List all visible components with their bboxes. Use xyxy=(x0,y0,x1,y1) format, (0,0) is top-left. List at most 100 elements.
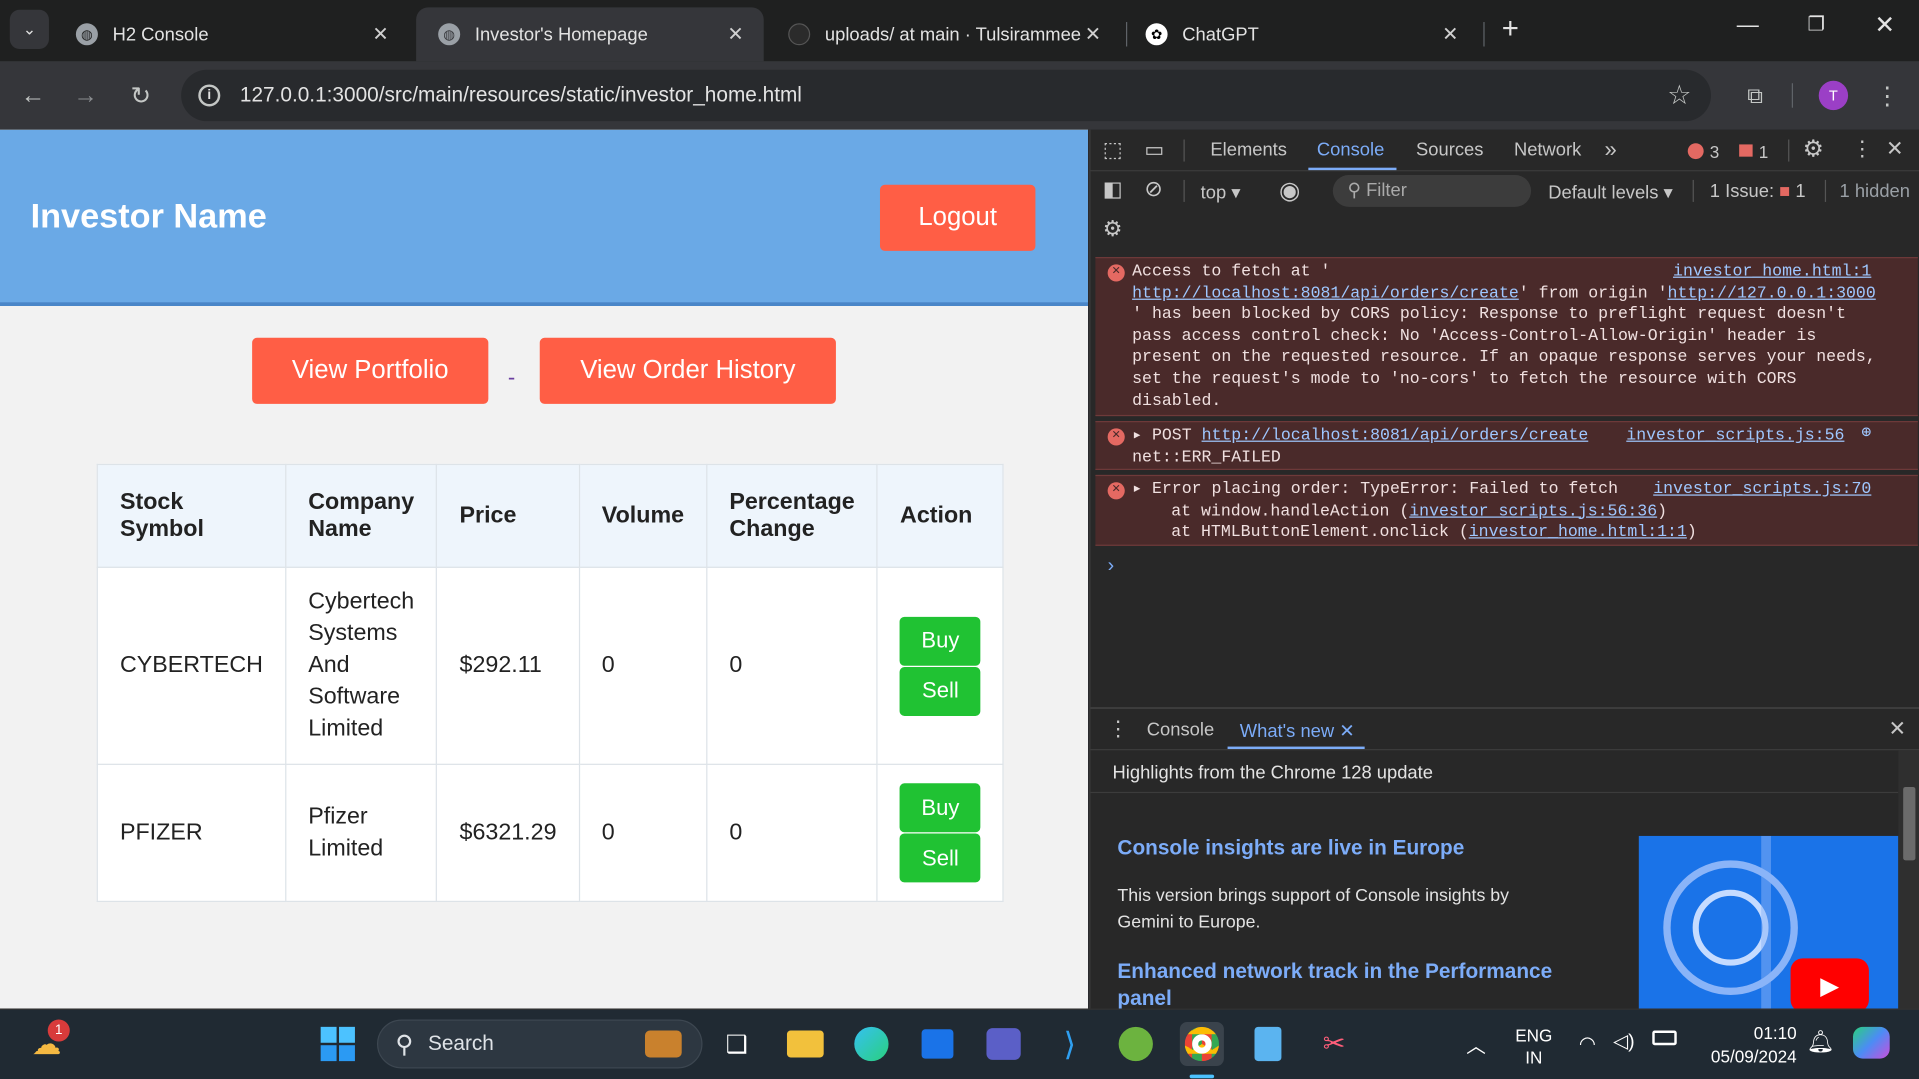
feature-description: This version brings support of Console i… xyxy=(1117,886,1510,933)
battery-icon[interactable] xyxy=(1652,1030,1677,1046)
snipping-tool-icon[interactable]: ✂ xyxy=(1312,1022,1356,1066)
tab-network[interactable]: Network xyxy=(1514,140,1581,161)
view-order-history-button[interactable]: View Order History xyxy=(539,337,836,404)
volume-icon[interactable]: ◁) xyxy=(1613,1029,1635,1053)
site-info-icon[interactable]: i xyxy=(198,84,221,107)
forward-arrow-icon[interactable]: → xyxy=(69,78,103,112)
feature-title[interactable]: Enhanced network track in the Performanc… xyxy=(1117,958,1558,1012)
clock[interactable]: 01:10 05/09/2024 xyxy=(1696,1022,1797,1069)
tab-search-button[interactable]: ⌄ xyxy=(9,9,49,49)
copilot-icon[interactable] xyxy=(1852,1026,1890,1059)
youtube-play-icon[interactable]: ▶ xyxy=(1790,958,1869,1010)
sidebar-toggle-icon[interactable]: ◧ xyxy=(1103,177,1123,201)
language-indicator[interactable]: ENG IN xyxy=(1515,1024,1552,1068)
microsoft-store-icon[interactable] xyxy=(915,1022,959,1066)
drawer-tab-console[interactable]: Console xyxy=(1147,720,1214,741)
issue-flag-icon[interactable] xyxy=(1739,144,1753,157)
drawer-menu-icon[interactable]: ⋮ xyxy=(1108,717,1129,741)
issues-link[interactable]: 1 Issue: ■ 1 xyxy=(1710,181,1806,202)
language-code: ENG xyxy=(1515,1025,1553,1046)
source-link[interactable]: investor_home.html:1 xyxy=(1673,262,1871,284)
live-expression-eye-icon[interactable]: ◉ xyxy=(1279,175,1300,206)
settings-gear-icon[interactable]: ⚙ xyxy=(1803,136,1824,164)
show-hidden-icons-chevron[interactable]: ︿ xyxy=(1466,1029,1486,1058)
extensions-icon[interactable]: ⧉ xyxy=(1738,78,1772,112)
kebab-menu-icon[interactable]: ⋮ xyxy=(1852,137,1873,161)
close-icon[interactable]: ✕ xyxy=(1439,22,1461,46)
reload-icon[interactable]: ↻ xyxy=(124,78,158,112)
scrollbar[interactable] xyxy=(1898,750,1919,1010)
stack-text: at window.handleAction ( xyxy=(1171,502,1410,521)
logout-button[interactable]: Logout xyxy=(879,184,1036,251)
sell-button[interactable]: Sell xyxy=(900,833,981,883)
tab-console[interactable]: Console xyxy=(1317,140,1384,161)
error-count-icon[interactable] xyxy=(1687,143,1704,160)
context-selector[interactable]: top ▾ xyxy=(1201,181,1241,203)
video-thumbnail[interactable]: ▶ xyxy=(1638,835,1899,1010)
taskbar-search-box[interactable]: ⚲ Search xyxy=(376,1019,703,1069)
context-value: top xyxy=(1200,182,1227,204)
tab-elements[interactable]: Elements xyxy=(1210,140,1287,161)
buy-button[interactable]: Buy xyxy=(900,616,981,666)
device-toolbar-icon[interactable]: ▭ xyxy=(1144,138,1164,162)
view-portfolio-button[interactable]: View Portfolio xyxy=(252,337,489,404)
filter-input[interactable]: ⚲ Filter xyxy=(1332,175,1532,207)
inspect-element-icon[interactable]: ⬚ xyxy=(1103,138,1123,162)
file-explorer-icon[interactable] xyxy=(783,1022,827,1066)
log-levels-dropdown[interactable]: Default levels ▾ xyxy=(1548,181,1673,203)
tab-sources[interactable]: Sources xyxy=(1416,140,1483,161)
stack-link[interactable]: investor_scripts.js:56:36 xyxy=(1409,503,1657,521)
bookmark-star-icon[interactable]: ☆ xyxy=(1667,80,1691,112)
address-bar[interactable]: i 127.0.0.1:3000/src/main/resources/stat… xyxy=(181,69,1712,122)
close-icon[interactable]: ✕ xyxy=(370,22,392,46)
kebab-menu-icon[interactable]: ⋮ xyxy=(1870,78,1904,112)
console-prompt[interactable]: › xyxy=(1108,556,1115,578)
clock-time: 01:10 xyxy=(1753,1023,1797,1043)
tab-github-uploads[interactable]: uploads/ at main · Tulsirammee ✕ xyxy=(766,7,1121,61)
buy-button[interactable]: Buy xyxy=(900,783,981,833)
error-count[interactable]: 3 xyxy=(1710,142,1720,162)
close-icon[interactable]: ✕ xyxy=(1886,137,1903,161)
source-link[interactable]: investor_scripts.js:56 xyxy=(1626,426,1844,448)
tab-h2-console[interactable]: ◍ H2 Console ✕ xyxy=(54,7,409,61)
restore-button[interactable]: ❐ xyxy=(1794,12,1838,46)
close-icon[interactable]: ✕ xyxy=(725,22,747,46)
teams-icon[interactable] xyxy=(982,1022,1026,1066)
clear-console-icon[interactable]: ⊘ xyxy=(1144,176,1162,202)
close-drawer-icon[interactable]: ✕ xyxy=(1888,717,1905,741)
close-window-button[interactable]: ✕ xyxy=(1863,10,1907,44)
new-tab-button[interactable]: + xyxy=(1493,12,1527,46)
edge-icon[interactable] xyxy=(849,1022,893,1066)
wifi-icon[interactable]: ◠ xyxy=(1579,1032,1596,1056)
windows-start-icon[interactable] xyxy=(316,1022,360,1066)
origin-link[interactable]: http://127.0.0.1:3000 xyxy=(1668,285,1876,303)
feature-title[interactable]: Console insights are live in Europe xyxy=(1117,836,1464,860)
close-icon[interactable]: ✕ xyxy=(1082,22,1104,46)
request-url-link[interactable]: http://localhost:8081/api/orders/create xyxy=(1202,427,1589,445)
ai-insight-icon[interactable]: ⊕ xyxy=(1861,423,1871,445)
search-placeholder: Search xyxy=(427,1031,494,1056)
profile-avatar[interactable]: T xyxy=(1818,80,1849,111)
back-arrow-icon[interactable]: ← xyxy=(16,78,50,112)
stack-line: at HTMLButtonElement.onclick (investor_h… xyxy=(1132,523,1906,545)
source-link[interactable]: investor_scripts.js:70 xyxy=(1653,480,1871,502)
drawer-tab-whats-new[interactable]: What's new ✕ xyxy=(1240,720,1355,742)
issue-count[interactable]: 1 xyxy=(1759,142,1769,162)
vscode-icon[interactable]: ⟩ xyxy=(1048,1022,1092,1066)
tab-chatgpt[interactable]: ✿ ChatGPT ✕ xyxy=(1124,7,1479,61)
spring-tools-icon[interactable] xyxy=(1114,1022,1158,1066)
task-view-icon[interactable]: ❑ xyxy=(715,1022,759,1066)
notepad-icon[interactable] xyxy=(1246,1022,1290,1066)
tab-investor-homepage[interactable]: ◍ Investor's Homepage ✕ xyxy=(416,7,764,62)
minimize-button[interactable]: — xyxy=(1726,12,1770,46)
request-url-link[interactable]: http://localhost:8081/api/orders/create xyxy=(1132,285,1519,303)
notification-bell-icon[interactable]: 🔔︎ xyxy=(1806,1029,1834,1055)
stack-link[interactable]: investor_home.html:1:1 xyxy=(1469,524,1687,542)
console-error-message[interactable]: ✕ ▸ POST http://localhost:8081/api/order… xyxy=(1095,421,1918,470)
more-tabs-icon[interactable]: » xyxy=(1605,137,1617,163)
console-error-message[interactable]: ✕ ▸ Error placing order: TypeError: Fail… xyxy=(1095,474,1918,546)
investor-name: Investor Name xyxy=(30,197,267,235)
chrome-icon[interactable] xyxy=(1179,1021,1224,1067)
sell-button[interactable]: Sell xyxy=(900,666,981,716)
console-settings-gear-icon[interactable]: ⚙ xyxy=(1103,217,1123,243)
